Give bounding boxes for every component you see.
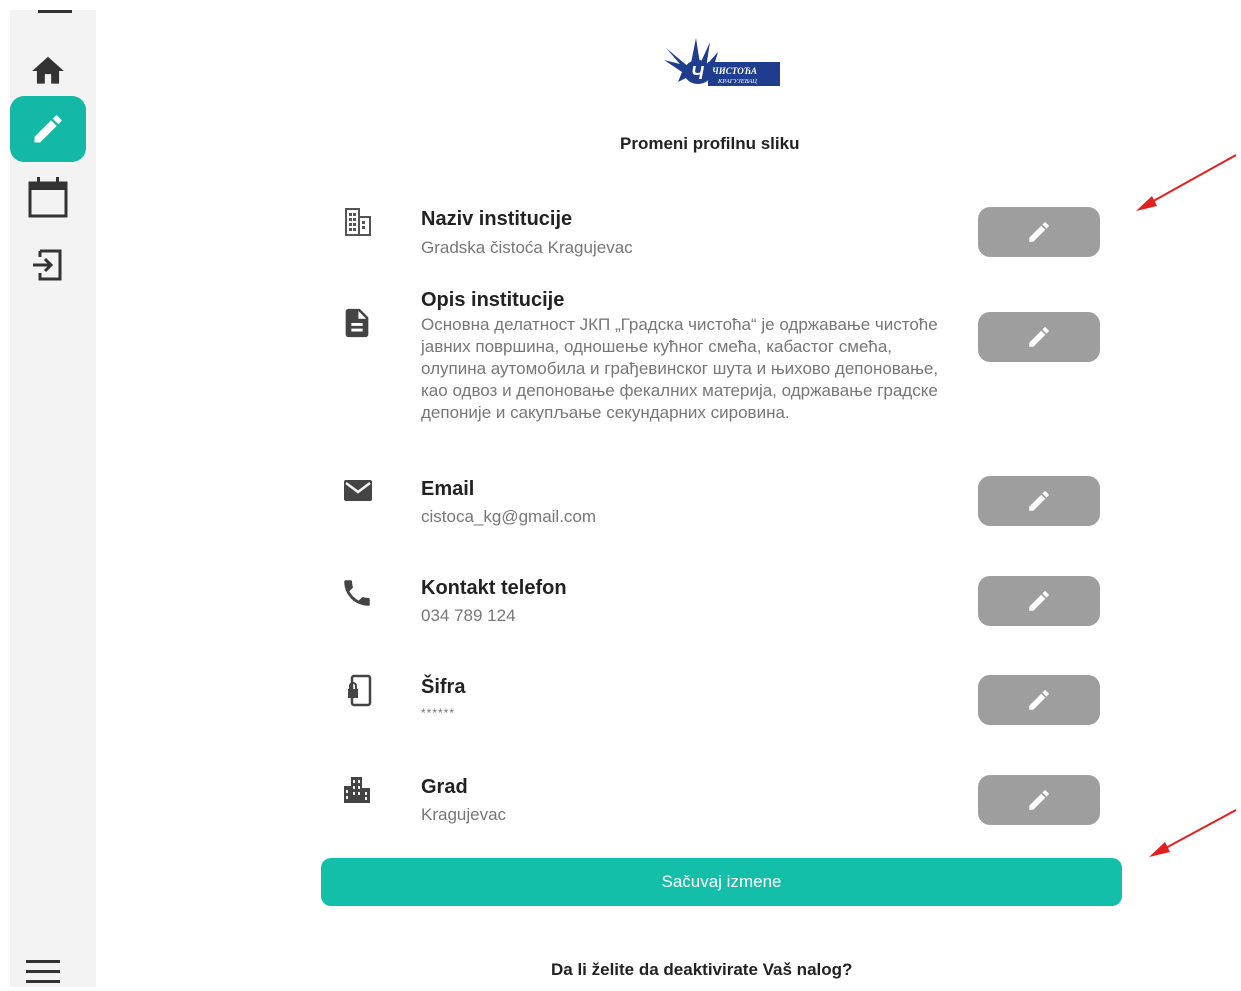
- edit-institution-description-button[interactable]: [978, 312, 1100, 362]
- field-value-phone: 034 789 124: [421, 606, 516, 625]
- calendar-icon: [28, 177, 68, 218]
- save-changes-button[interactable]: Sačuvaj izmene: [321, 858, 1122, 906]
- logout-icon: [33, 249, 62, 281]
- annotation-arrow-icon: [1149, 809, 1237, 857]
- document-icon: [345, 308, 369, 338]
- field-label-city: Grad: [421, 776, 468, 798]
- pencil-icon: [1029, 690, 1049, 710]
- field-label-email: Email: [421, 478, 475, 500]
- pencil-icon: [34, 115, 62, 143]
- cistoca-logo-icon: Ч ЧИСТОЋА КРАГУЈЕВАЦ: [664, 38, 780, 86]
- sidebar: [10, 10, 96, 987]
- hamburger-menu-button[interactable]: [26, 958, 60, 991]
- sidebar-item-calendar[interactable]: [10, 164, 86, 230]
- sidebar-item-edit[interactable]: [10, 96, 86, 162]
- deactivate-account-link[interactable]: Da li želite da deaktivirate Vaš nalog?: [551, 960, 852, 980]
- svg-text:КРАГУЈЕВАЦ: КРАГУЈЕВАЦ: [717, 78, 757, 85]
- field-value-password: ******: [421, 706, 456, 720]
- field-value-city: Kragujevac: [421, 805, 507, 824]
- sidebar-item-home[interactable]: [10, 38, 86, 104]
- logo: Ч ЧИСТОЋА КРАГУЈЕВАЦ: [660, 38, 782, 90]
- edit-email-button[interactable]: [978, 476, 1100, 526]
- field-label-institution-name: Naziv institucije: [421, 208, 573, 230]
- field-value-institution-description: Основна делатност ЈКП „Градска чистоћа“ …: [421, 315, 939, 422]
- field-value-email: cistoca_kg@gmail.com: [421, 507, 597, 526]
- hamburger-icon: [26, 960, 60, 983]
- phone-lock-icon: [348, 674, 372, 707]
- pencil-icon: [1029, 591, 1049, 611]
- field-label-institution-description: Opis institucije: [421, 289, 565, 311]
- pencil-icon: [1029, 491, 1049, 511]
- email-icon: [344, 480, 372, 501]
- field-label-phone: Kontakt telefon: [421, 577, 567, 599]
- home-icon: [32, 56, 64, 84]
- pencil-icon: [1029, 222, 1049, 242]
- svg-text:Ч: Ч: [691, 63, 705, 83]
- field-label-password: Šifra: [421, 676, 466, 698]
- svg-text:ЧИСТОЋА: ЧИСТОЋА: [712, 66, 757, 76]
- edit-city-button[interactable]: [978, 775, 1100, 825]
- sidebar-top-divider: [38, 10, 72, 13]
- field-value-institution-name: Gradska čistoća Kragujevac: [421, 238, 633, 257]
- sidebar-item-logout[interactable]: [10, 232, 86, 298]
- phone-icon: [344, 580, 370, 606]
- pencil-icon: [1029, 790, 1049, 810]
- edit-institution-name-button[interactable]: [978, 207, 1100, 257]
- city-icon: [344, 777, 370, 803]
- edit-phone-button[interactable]: [978, 576, 1100, 626]
- edit-password-button[interactable]: [978, 675, 1100, 725]
- annotation-arrow-icon: [1136, 154, 1237, 211]
- change-profile-photo-link[interactable]: Promeni profilnu sliku: [620, 134, 799, 154]
- pencil-icon: [1029, 327, 1049, 347]
- building-icon: [345, 208, 371, 236]
